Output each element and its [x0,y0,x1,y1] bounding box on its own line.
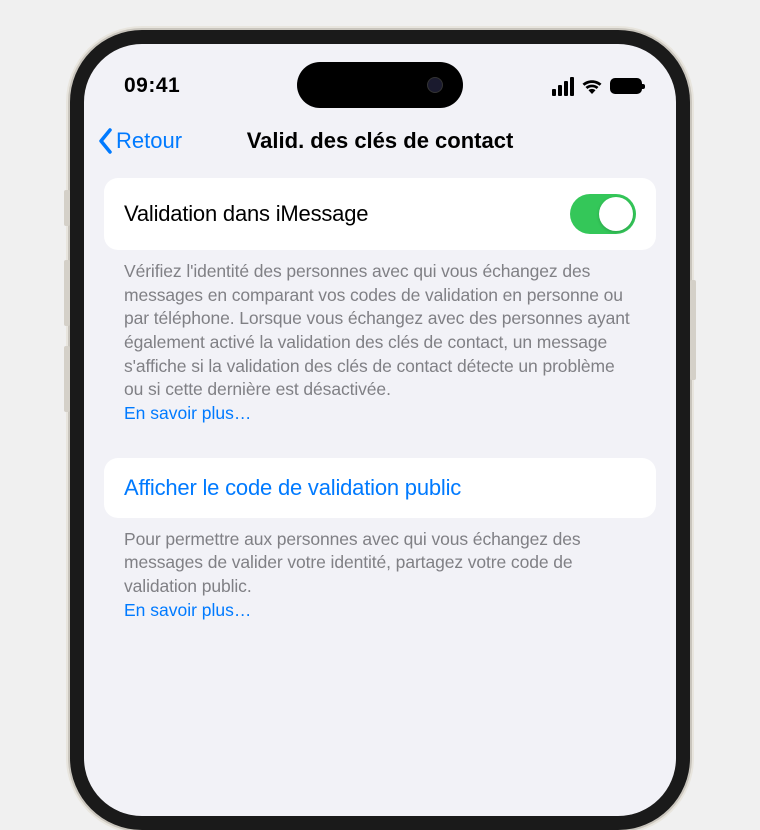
back-button[interactable]: Retour [98,128,182,154]
power-button [690,280,696,380]
wifi-icon [581,78,603,94]
validation-toggle-label: Validation dans iMessage [124,201,368,227]
validation-toggle-row[interactable]: Validation dans iMessage [124,194,636,234]
settings-content: Validation dans iMessage Vérifiez l'iden… [84,168,676,621]
volume-down-button [64,346,70,412]
volume-up-button [64,260,70,326]
front-camera [427,77,443,93]
cellular-signal-icon [552,77,574,96]
public-code-card[interactable]: Afficher le code de validation public [104,458,656,518]
validation-learn-more-link[interactable]: En savoir plus… [104,403,271,424]
status-time: 09:41 [124,74,224,98]
validation-toggle-switch[interactable] [570,194,636,234]
validation-toggle-card: Validation dans iMessage [104,178,656,250]
chevron-left-icon [98,128,114,154]
silent-switch [64,190,70,226]
public-code-description: Pour permettre aux personnes avec qui vo… [104,518,656,599]
public-code-learn-more-link[interactable]: En savoir plus… [104,600,271,621]
dynamic-island [297,62,463,108]
phone-frame: 09:41 Retour Valid. des clés de contact [70,30,690,830]
navigation-bar: Retour Valid. des clés de contact [84,118,676,168]
back-label: Retour [116,128,182,154]
battery-icon [610,78,642,94]
show-public-code-link[interactable]: Afficher le code de validation public [124,475,636,501]
screen: 09:41 Retour Valid. des clés de contact [84,44,676,816]
validation-description: Vérifiez l'identité des personnes avec q… [104,250,656,402]
